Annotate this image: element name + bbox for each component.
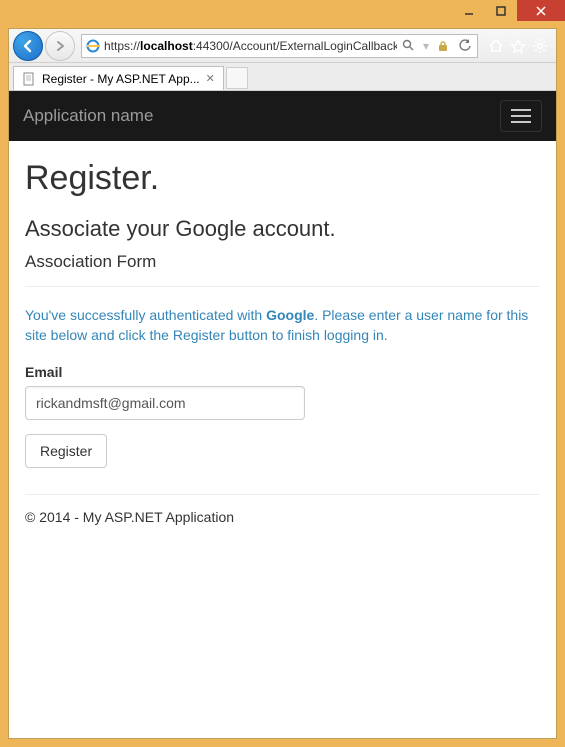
settings-icon[interactable] (532, 38, 548, 54)
tab-strip: Register - My ASP.NET App... ✕ (9, 63, 556, 91)
page-subtitle: Associate your Google account. (25, 216, 540, 242)
app-brand[interactable]: Application name (23, 106, 153, 126)
close-window-button[interactable] (517, 0, 565, 21)
address-url: https://localhost:44300/Account/External… (104, 39, 397, 53)
register-button[interactable]: Register (25, 434, 107, 468)
app-navbar: Application name (9, 91, 556, 141)
browser-tab[interactable]: Register - My ASP.NET App... ✕ (13, 66, 224, 90)
address-bar[interactable]: https://localhost:44300/Account/External… (81, 34, 478, 58)
back-button[interactable] (13, 31, 43, 61)
page-title: Register. (25, 159, 540, 198)
tab-close-icon[interactable]: ✕ (206, 72, 215, 85)
new-tab-button[interactable] (226, 67, 248, 89)
page-viewport: Application name Register. Associate you… (9, 91, 556, 738)
lock-icon[interactable] (435, 38, 451, 54)
window-titlebar (0, 0, 565, 28)
divider (25, 286, 540, 287)
address-tools: ▾ (401, 38, 473, 54)
email-label: Email (25, 364, 540, 380)
footer-divider (25, 494, 540, 495)
browser-toolbar: https://localhost:44300/Account/External… (9, 29, 556, 63)
maximize-button[interactable] (485, 0, 517, 21)
ie-icon (86, 39, 100, 53)
browser-right-icons (484, 38, 552, 54)
form-heading: Association Form (25, 252, 540, 272)
association-form: Email Register (25, 364, 540, 468)
page-content: Register. Associate your Google account.… (9, 141, 556, 543)
email-field[interactable] (25, 386, 305, 420)
page-favicon (22, 72, 36, 86)
navbar-toggle-button[interactable] (500, 100, 542, 132)
favorites-icon[interactable] (510, 38, 526, 54)
minimize-button[interactable] (453, 0, 485, 21)
footer-text: © 2014 - My ASP.NET Application (25, 509, 540, 525)
browser-frame: https://localhost:44300/Account/External… (8, 28, 557, 739)
tab-title: Register - My ASP.NET App... (42, 72, 200, 86)
home-icon[interactable] (488, 38, 504, 54)
info-text: You've successfully authenticated with G… (25, 305, 540, 346)
forward-button[interactable] (45, 31, 75, 61)
search-icon[interactable] (401, 38, 417, 54)
refresh-icon[interactable] (457, 38, 473, 54)
